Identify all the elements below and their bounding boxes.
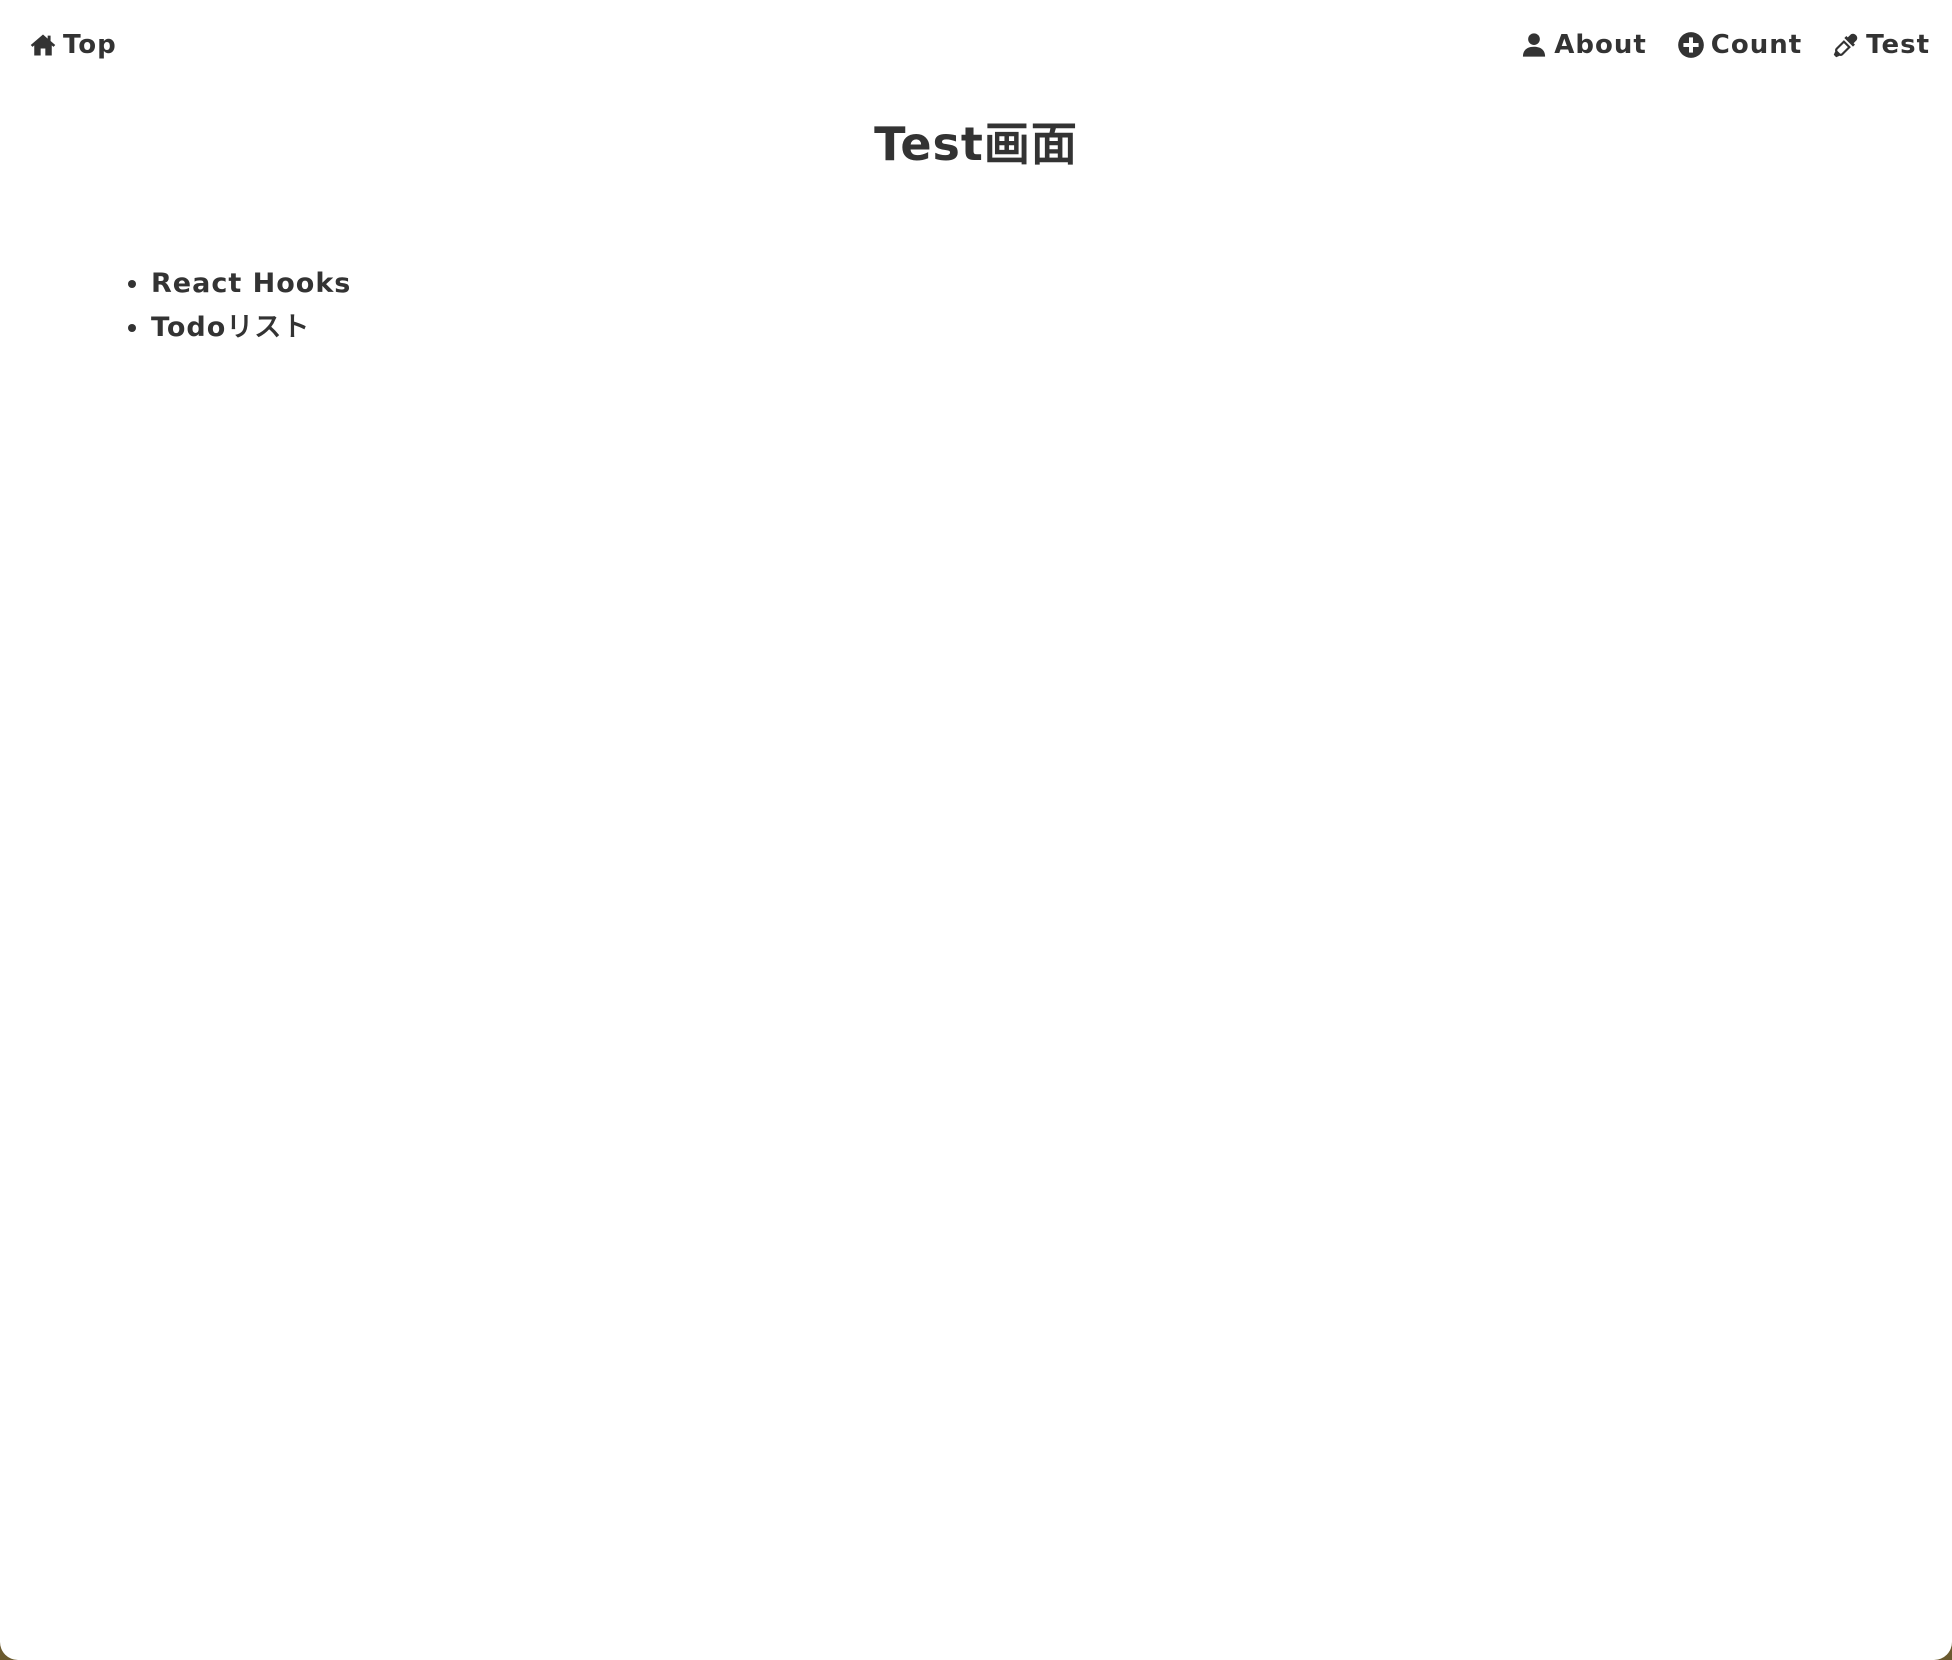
top-nav: Top About Count Test — [0, 0, 1952, 94]
window-corner-bottom-left — [0, 1642, 18, 1660]
user-icon — [1523, 33, 1546, 57]
topic-list: React Hooks Todoリスト — [110, 262, 351, 350]
home-icon — [30, 34, 56, 56]
list-item: Todoリスト — [151, 306, 351, 350]
list-item: React Hooks — [151, 262, 351, 306]
nav-link-test[interactable]: Test — [1832, 30, 1930, 60]
eyedropper-icon — [1833, 33, 1858, 58]
nav-link-about[interactable]: About — [1520, 30, 1647, 60]
plus-circle-icon — [1677, 32, 1704, 58]
nav-link-top-label: Top — [63, 30, 117, 60]
window-corner-bottom-right — [1934, 1642, 1952, 1660]
nav-link-test-label: Test — [1866, 30, 1930, 60]
nav-link-count[interactable]: Count — [1677, 30, 1802, 60]
page-title: Test画面 — [874, 117, 1078, 171]
nav-right-group: About Count Test — [1520, 30, 1930, 60]
nav-link-top[interactable]: Top — [29, 30, 117, 60]
nav-link-about-label: About — [1554, 30, 1647, 60]
nav-link-count-label: Count — [1710, 30, 1803, 60]
